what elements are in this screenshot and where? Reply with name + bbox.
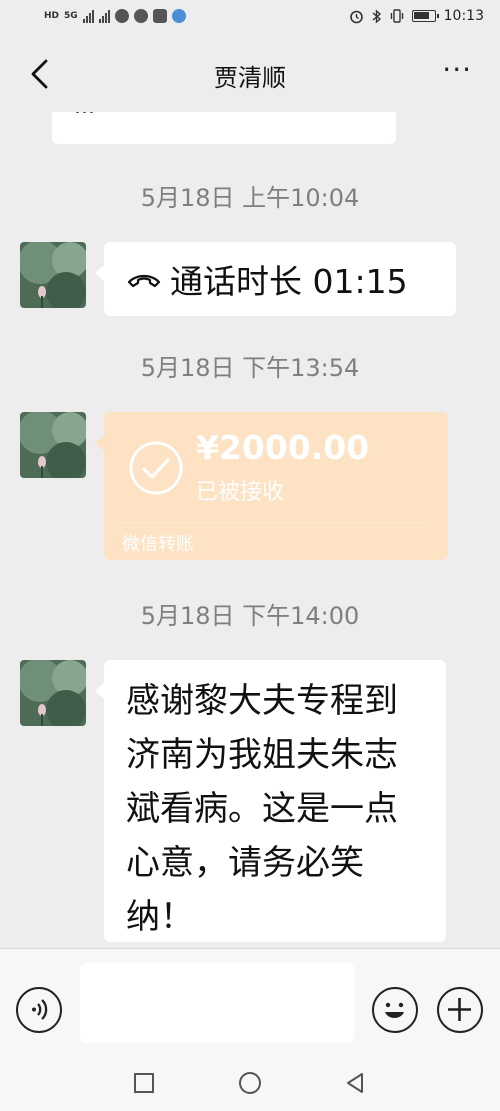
call-duration-text: 通话时长 01:15: [170, 262, 408, 301]
contact-avatar[interactable]: [20, 242, 86, 308]
text-message-bubble[interactable]: 感谢黎大夫专程到济南为我姐夫朱志斌看病。这是一点心意，请务必笑纳！: [95, 660, 446, 942]
home-circle-icon[interactable]: [237, 1070, 263, 1096]
lotus-avatar-icon: [20, 242, 86, 308]
input-bar: [0, 948, 500, 1056]
vibrate-icon: [390, 9, 403, 23]
timestamp: 5月18日 上午10:04: [140, 184, 360, 212]
browser-notification-icon: [171, 9, 186, 23]
system-nav-bar: [0, 1056, 500, 1111]
transfer-amount: ¥2000.00: [196, 428, 370, 467]
wechat-notification-2-icon: [133, 9, 148, 23]
app-notification-icon: [152, 9, 167, 23]
check-circle-icon: [129, 441, 183, 495]
message-input[interactable]: [80, 963, 354, 1043]
alarm-icon: [349, 10, 363, 23]
lotus-avatar-icon: [20, 660, 86, 726]
transfer-bubble[interactable]: ¥2000.00 已被接收 微信转账: [95, 412, 448, 560]
voice-icon: [32, 999, 48, 1020]
status-bar: HD 5G 10:13: [0, 0, 500, 36]
contact-avatar[interactable]: [20, 412, 86, 478]
network-label: HD: [44, 11, 60, 21]
signal-bars-icon: [82, 9, 94, 23]
recents-square-icon[interactable]: [131, 1070, 157, 1096]
signal-label: 5G: [64, 11, 78, 21]
chat-title: 贾清顺: [214, 64, 286, 92]
phone-hangup-icon: [127, 274, 161, 288]
more-functions-button[interactable]: [437, 987, 483, 1033]
transfer-status: 已被接收: [196, 480, 285, 505]
smiley-icon: [385, 1002, 404, 1018]
status-icons-right: 10:13: [349, 8, 484, 24]
status-icons-left: HD 5G: [44, 9, 186, 23]
transfer-label: 微信转账: [122, 534, 194, 555]
chat-header: 贾清顺 ···: [0, 36, 500, 112]
clipped-message-text: ...: [74, 112, 95, 119]
signal-bars-2-icon: [98, 9, 110, 23]
timestamp: 5月18日 下午13:54: [140, 354, 360, 382]
back-triangle-icon[interactable]: [342, 1070, 368, 1096]
more-options-button[interactable]: ···: [442, 56, 472, 84]
bluetooth-icon: [372, 8, 381, 24]
status-time: 10:13: [443, 8, 484, 24]
voice-input-button[interactable]: [16, 987, 62, 1033]
message-text: 感谢黎大夫专程到济南为我姐夫朱志斌看病。这是一点心意，请务必笑纳！: [126, 681, 398, 937]
wechat-notification-icon: [114, 9, 129, 23]
battery-icon: [411, 10, 439, 22]
transfer-divider: [122, 522, 430, 523]
lotus-avatar-icon: [20, 412, 86, 478]
call-duration-bubble[interactable]: 通话时长 01:15: [95, 242, 456, 316]
timestamp: 5月18日 下午14:00: [140, 602, 360, 630]
chat-area[interactable]: ... 5月18日 上午10:04 通话时长 01:15 5月18日 下午13:…: [0, 112, 500, 948]
contact-avatar[interactable]: [20, 660, 86, 726]
emoji-button[interactable]: [372, 987, 418, 1033]
plus-icon: [448, 998, 471, 1021]
clipped-message-bubble[interactable]: ...: [52, 112, 396, 144]
